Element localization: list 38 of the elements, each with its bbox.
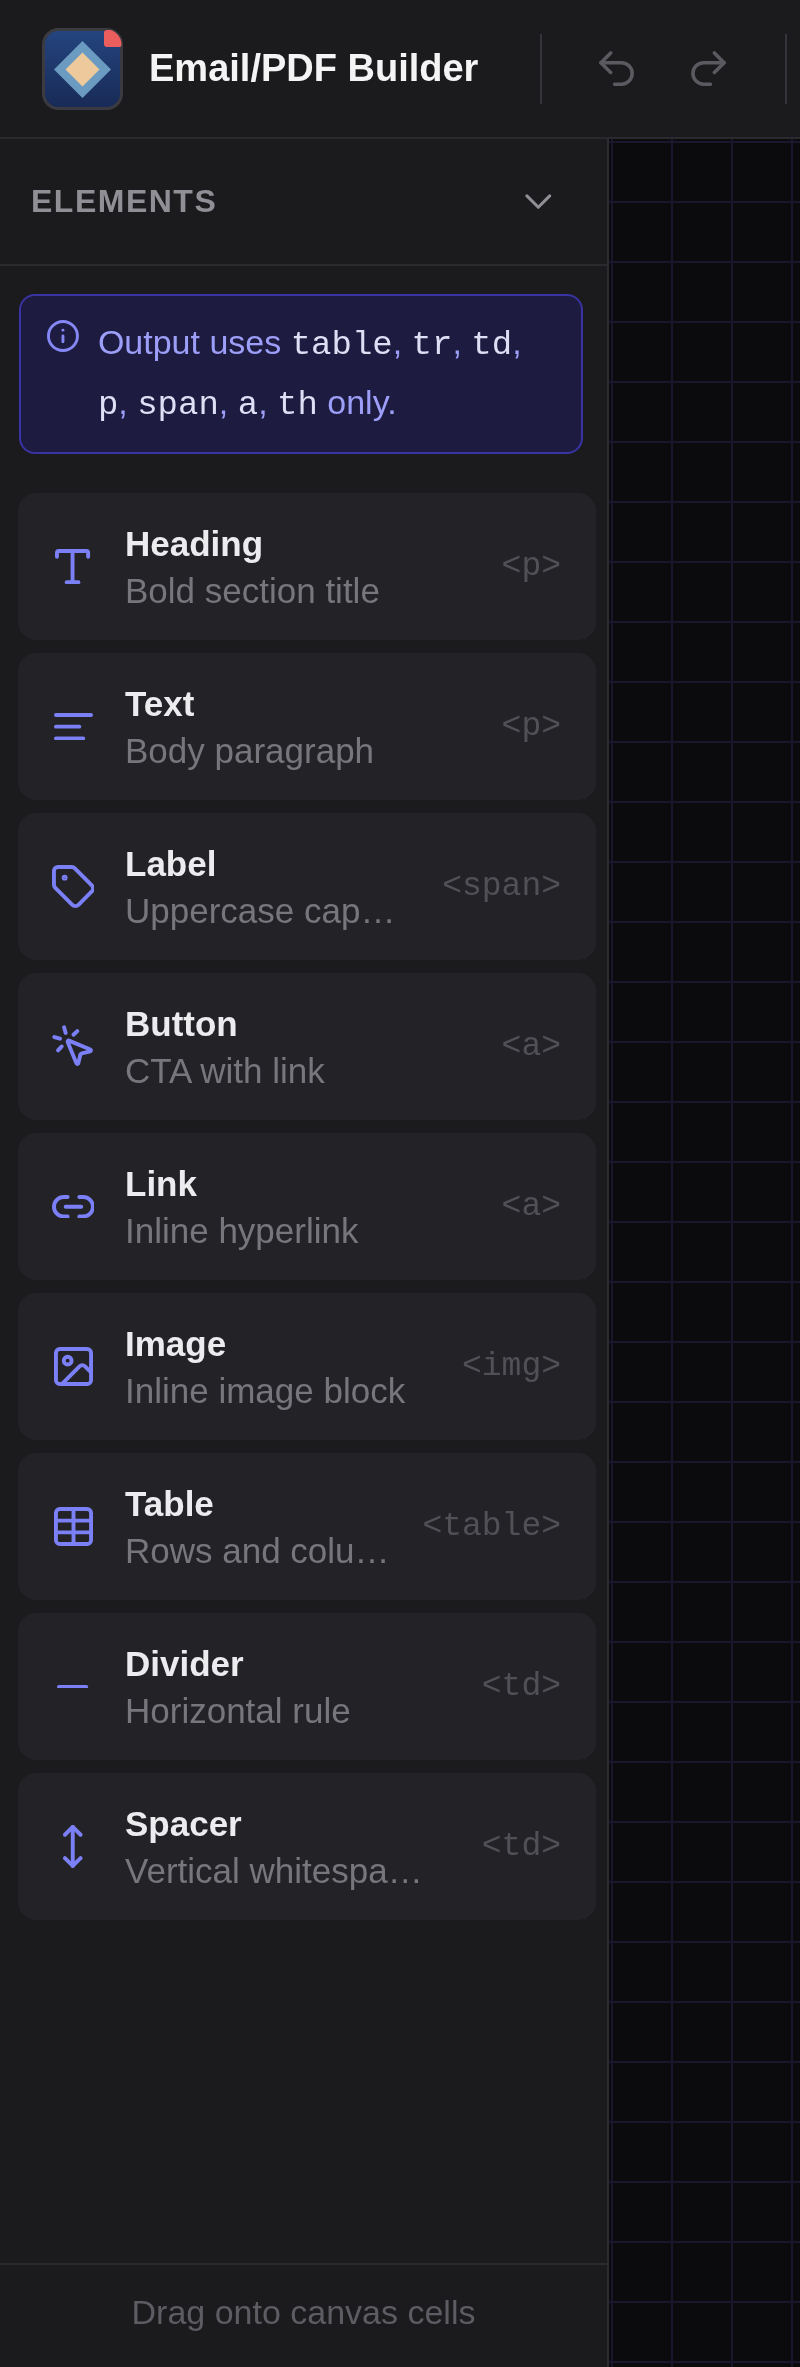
vertical-arrows-icon (63, 1825, 83, 1868)
element-description: Inline image block (125, 1369, 406, 1412)
element-description: CTA with link (125, 1049, 325, 1092)
element-name: Table (125, 1482, 214, 1525)
element-name: Image (125, 1322, 227, 1365)
element-name: Text (125, 682, 195, 725)
element-name: Spacer (125, 1802, 242, 1845)
letter-t-icon (55, 548, 91, 585)
element-description: Inline hyperlink (125, 1209, 359, 1252)
element-description: Vertical whitespa… (125, 1849, 423, 1892)
element-name: Divider (125, 1642, 244, 1685)
element-description: Uppercase cap… (125, 889, 396, 932)
pointer-click-icon (51, 1025, 95, 1068)
info-text: Output uses table, tr, td, p, span, a, th only. (97, 322, 523, 426)
minus-icon (57, 1684, 89, 1689)
element-name: Link (125, 1162, 197, 1205)
info-icon (47, 320, 79, 352)
app-title: Email/PDF Builder (149, 47, 479, 90)
element-description: Rows and colu… (125, 1529, 390, 1572)
redo-button[interactable] (690, 50, 726, 87)
tag-icon (51, 865, 95, 908)
app-logo-icon (42, 27, 123, 110)
redo-icon (690, 50, 726, 87)
section-title: ELEMENTS (31, 183, 218, 220)
element-description: Body paragraph (125, 729, 375, 772)
footer-hint: Drag onto canvas cells (131, 2292, 476, 2333)
image-icon (53, 1347, 93, 1386)
link-icon (51, 1194, 95, 1219)
undo-icon (599, 50, 635, 87)
text-lines-icon (53, 712, 93, 741)
element-name: Button (125, 1002, 238, 1045)
section-header[interactable]: ELEMENTS (0, 139, 607, 266)
table-icon (53, 1507, 93, 1546)
element-name: Label (125, 842, 217, 885)
undo-button[interactable] (599, 50, 635, 87)
element-name: Heading (125, 522, 264, 565)
element-description: Horizontal rule (125, 1689, 351, 1732)
element-description: Bold section title (125, 569, 380, 612)
